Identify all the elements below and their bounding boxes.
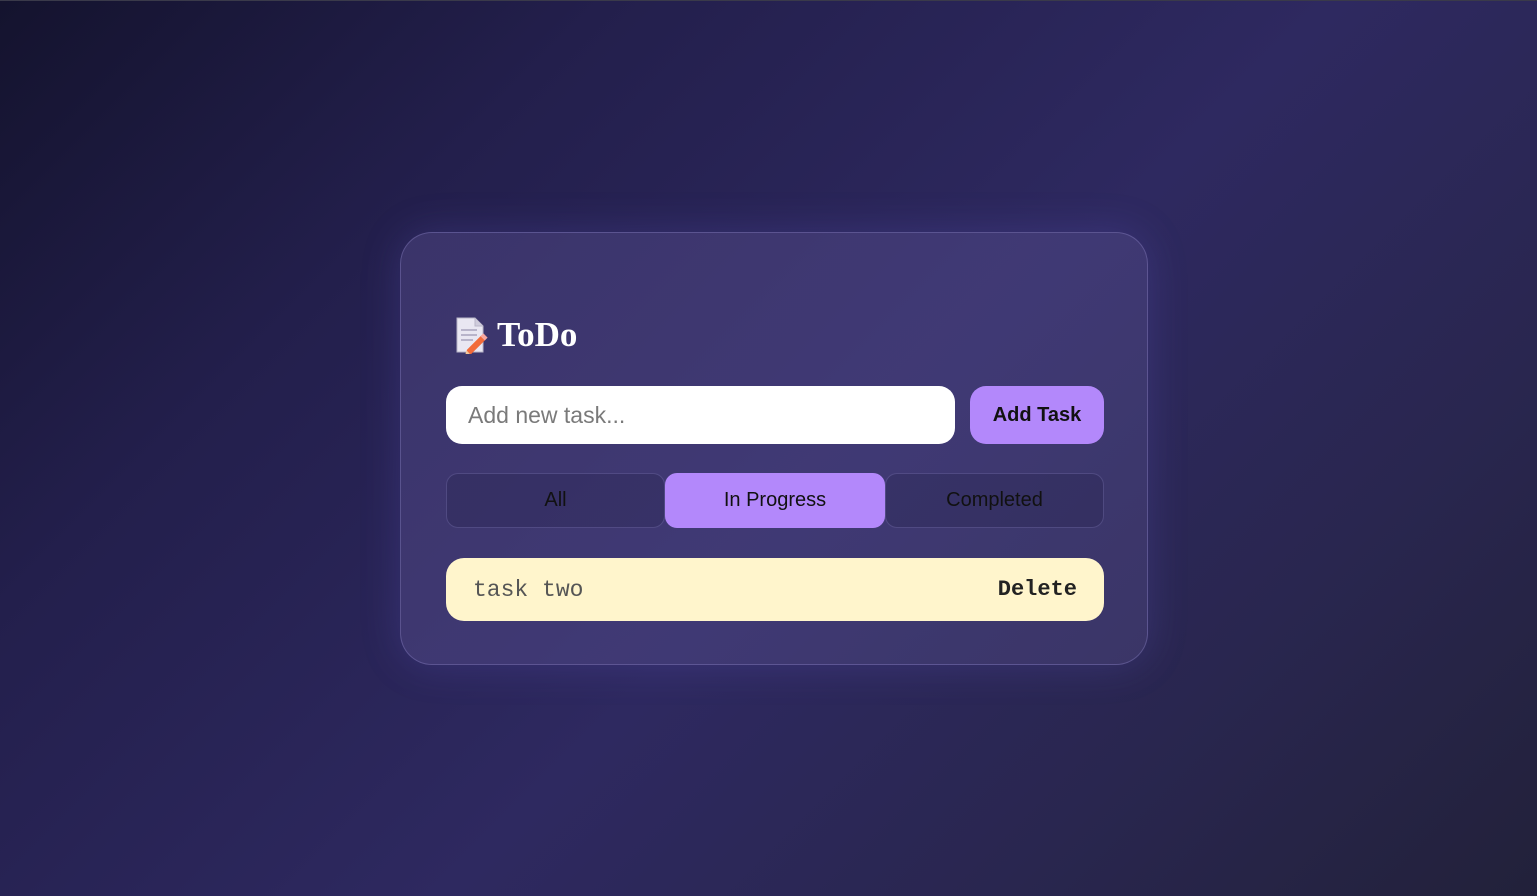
app-title: ToDo — [497, 315, 578, 354]
filter-tabs: All In Progress Completed — [446, 473, 1104, 528]
todo-card: ToDo Add Task All In Progress Completed … — [400, 232, 1148, 665]
new-task-input[interactable] — [446, 386, 955, 444]
filter-in-progress-button[interactable]: In Progress — [665, 473, 885, 528]
task-text: task two — [473, 576, 584, 603]
header: ToDo — [455, 315, 578, 357]
task-list-item[interactable]: task two Delete — [446, 558, 1104, 621]
window-top-border — [0, 0, 1537, 1]
add-task-button[interactable]: Add Task — [970, 386, 1104, 444]
filter-all-button[interactable]: All — [446, 473, 665, 528]
filter-completed-button[interactable]: Completed — [885, 473, 1104, 528]
delete-task-button[interactable]: Delete — [998, 577, 1077, 602]
memo-icon — [455, 316, 489, 357]
